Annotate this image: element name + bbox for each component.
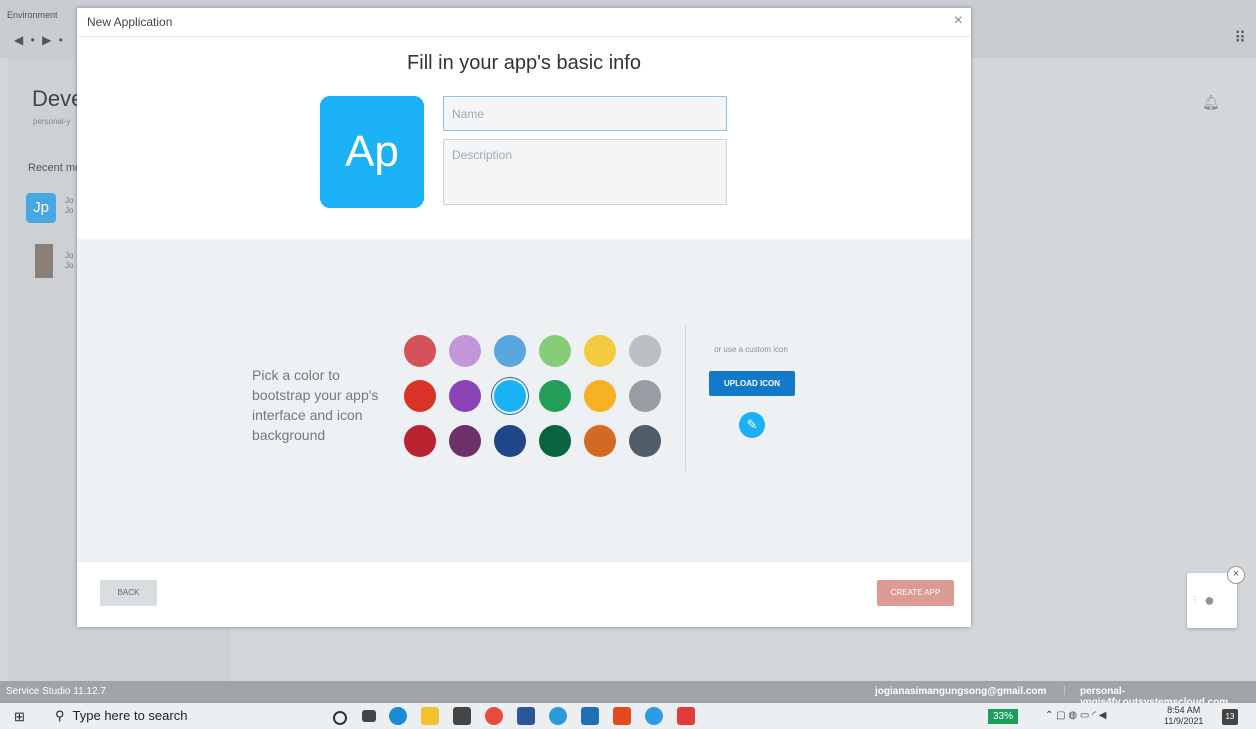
drag-handle-icon[interactable]: ⋮	[1191, 595, 1199, 604]
chrome-icon[interactable]	[485, 707, 503, 725]
cortana-icon[interactable]	[333, 711, 347, 725]
taskbar-search[interactable]: ⚲ Type here to search	[55, 708, 187, 724]
edge-icon[interactable]	[389, 707, 407, 725]
notification-center-icon[interactable]: 13	[1222, 709, 1238, 725]
color-swatch[interactable]	[539, 425, 571, 457]
system-tray-icons[interactable]: ⌃ ▢ ◍ ▭ ◜ ◀	[1045, 710, 1106, 721]
search-icon: ⚲	[55, 708, 65, 723]
dialog-title: New Application	[87, 15, 173, 29]
recent-modules-label: Recent mo	[28, 162, 82, 174]
color-picker-section: Pick a color to bootstrap your app's int…	[77, 239, 971, 561]
apps-grid-icon[interactable]: ⠿	[1234, 28, 1246, 48]
dialog-header: New Application ×	[77, 8, 971, 37]
app-name-input[interactable]	[443, 96, 727, 131]
environment-subtitle: personal-y	[33, 117, 71, 126]
chat-close-icon[interactable]: ×	[1227, 566, 1245, 584]
color-swatch[interactable]	[629, 335, 661, 367]
app-l-icon[interactable]	[581, 707, 599, 725]
telegram-icon[interactable]	[549, 707, 567, 725]
create-app-button[interactable]: CREATE APP	[877, 580, 954, 606]
upload-icon-button[interactable]: UPLOAD ICON	[709, 371, 795, 396]
color-swatch[interactable]	[404, 380, 436, 412]
nav-arrows-icon[interactable]: ◀ • ▶ •	[14, 33, 65, 47]
eyedropper-icon[interactable]: ✎	[739, 412, 765, 438]
back-button[interactable]: BACK	[100, 580, 157, 606]
color-swatch[interactable]	[539, 380, 571, 412]
recent-app-name[interactable]: Jo Jo	[65, 196, 73, 216]
color-swatch[interactable]	[404, 425, 436, 457]
environment-label: Environment	[7, 10, 58, 20]
mail-icon[interactable]	[453, 707, 471, 725]
section-divider	[685, 325, 686, 471]
task-view-icon[interactable]	[362, 710, 376, 722]
user-email[interactable]: jogianasimangungsong@gmail.com	[875, 686, 1046, 697]
outsystems-icon[interactable]	[645, 707, 663, 725]
color-swatch[interactable]	[404, 335, 436, 367]
version-label: Service Studio 11.12.7	[6, 686, 106, 697]
color-swatch[interactable]	[494, 380, 526, 412]
windows-taskbar: ⊞ ⚲ Type here to search 33% ⌃ ▢ ◍ ▭ ◜ ◀ 8…	[0, 703, 1256, 729]
color-swatch[interactable]	[629, 380, 661, 412]
color-swatch[interactable]	[449, 335, 481, 367]
close-icon[interactable]: ×	[954, 12, 963, 30]
color-swatch[interactable]	[449, 425, 481, 457]
color-swatch[interactable]	[494, 425, 526, 457]
recent-app-thumbnail[interactable]	[35, 244, 53, 278]
status-bar: Service Studio 11.12.7 jogianasimangungs…	[0, 681, 1256, 708]
chat-icon[interactable]: ●	[1204, 590, 1215, 611]
bell-icon[interactable]: 🔔︎	[1202, 94, 1220, 111]
color-swatch[interactable]	[449, 380, 481, 412]
custom-icon-label: or use a custom icon	[714, 345, 788, 354]
color-swatch[interactable]	[494, 335, 526, 367]
taskbar-clock[interactable]: 8:54 AM 11/9/2021	[1164, 705, 1203, 727]
app-description-input[interactable]	[443, 139, 727, 205]
color-swatch[interactable]	[584, 335, 616, 367]
word-icon[interactable]	[517, 707, 535, 725]
color-swatch[interactable]	[584, 380, 616, 412]
app-icon-preview: Ap	[320, 96, 424, 208]
office-icon[interactable]	[613, 707, 631, 725]
recent-app-icon[interactable]: Jp	[26, 193, 56, 223]
file-explorer-icon[interactable]	[421, 707, 439, 725]
recent-app-name-2[interactable]: Jo Jo	[65, 251, 73, 271]
color-swatch[interactable]	[629, 425, 661, 457]
battery-indicator[interactable]: 33%	[988, 709, 1018, 724]
page-title: Fill in your app's basic info	[407, 52, 641, 74]
new-application-dialog: New Application × Fill in your app's bas…	[77, 8, 971, 627]
screen-recorder-icon[interactable]	[677, 707, 695, 725]
color-swatch[interactable]	[539, 335, 571, 367]
search-placeholder: Type here to search	[72, 708, 188, 723]
footer-divider	[77, 561, 971, 562]
color-swatch[interactable]	[584, 425, 616, 457]
windows-icon[interactable]: ⊞	[14, 709, 25, 725]
pick-color-instructions: Pick a color to bootstrap your app's int…	[252, 367, 379, 443]
status-separator: |	[1063, 685, 1066, 696]
